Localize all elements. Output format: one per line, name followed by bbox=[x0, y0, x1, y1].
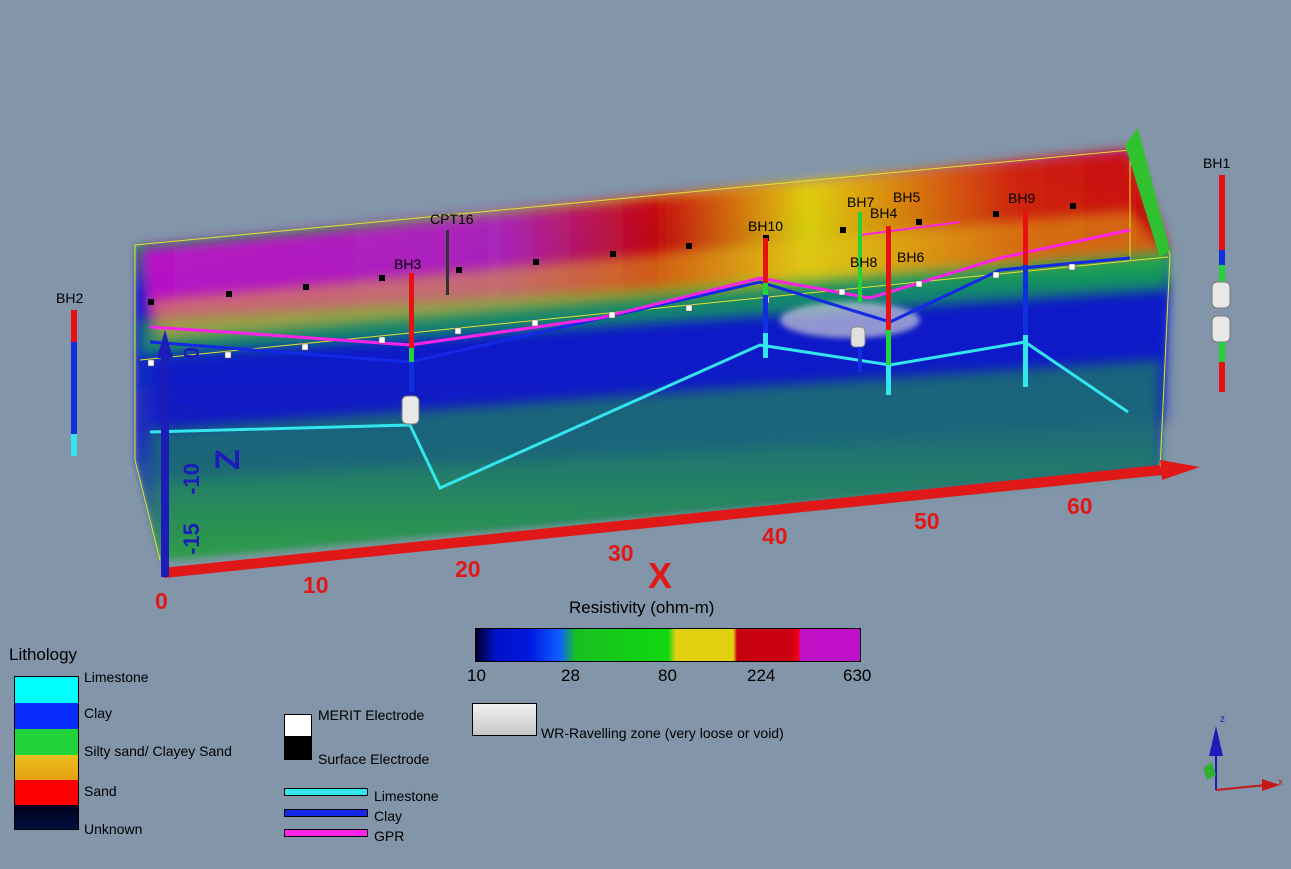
borehole-bh9[interactable] bbox=[1023, 210, 1028, 387]
borehole-bh2[interactable] bbox=[71, 310, 77, 456]
lithology-legend bbox=[14, 676, 79, 830]
clay-line-swatch bbox=[284, 809, 368, 817]
z-tick: 0 bbox=[179, 346, 205, 360]
lithology-swatch-sand bbox=[15, 780, 78, 805]
lithology-label-silty-sand: Silty sand/ Clayey Sand bbox=[84, 743, 232, 759]
lithology-swatch-silty-sand bbox=[15, 729, 78, 755]
label-bh1: BH1 bbox=[1203, 155, 1231, 171]
label-bh8: BH8 bbox=[850, 254, 878, 270]
label-bh7: BH7 bbox=[847, 194, 875, 210]
resistivity-colorbar bbox=[475, 628, 861, 662]
resistivity-block bbox=[135, 150, 1170, 560]
lithology-label-unknown: Unknown bbox=[84, 821, 143, 837]
label-bh2: BH2 bbox=[56, 290, 84, 306]
borehole-bh4[interactable] bbox=[886, 226, 891, 395]
x-tick: 20 bbox=[455, 556, 481, 582]
label-bh6: BH6 bbox=[897, 249, 925, 265]
x-axis-title: X bbox=[648, 555, 673, 596]
resistivity-tick: 630 bbox=[843, 666, 872, 685]
z-tick: -15 bbox=[178, 523, 204, 555]
x-tick: 50 bbox=[914, 508, 940, 534]
x-tick: 40 bbox=[762, 523, 788, 549]
x-tick: 10 bbox=[303, 572, 329, 598]
ravelling-zone-swatch bbox=[472, 703, 537, 736]
triad-z-label: z bbox=[1220, 714, 1225, 725]
z-tick: -10 bbox=[178, 463, 204, 495]
lithology-label-clay: Clay bbox=[84, 705, 113, 721]
borehole-cpt16[interactable] bbox=[446, 230, 449, 295]
z-tick: -5 bbox=[176, 403, 202, 423]
resistivity-tick: 10 bbox=[467, 666, 486, 685]
surface-electrode-label: Surface Electrode bbox=[318, 751, 430, 767]
clay-line-label: Clay bbox=[374, 808, 403, 824]
surface-electrode-swatch bbox=[284, 736, 312, 760]
label-cpt16: CPT16 bbox=[430, 211, 474, 227]
lithology-title: Lithology bbox=[9, 645, 78, 664]
gpr-line-swatch bbox=[284, 829, 368, 837]
x-tick: 30 bbox=[608, 540, 634, 566]
merit-electrode-swatch bbox=[284, 714, 312, 737]
lithology-label-limestone: Limestone bbox=[84, 669, 149, 685]
label-bh10: BH10 bbox=[748, 218, 784, 234]
triad-x-label: x bbox=[1278, 777, 1283, 788]
x-tick: 0 bbox=[155, 588, 168, 614]
resistivity-title: Resistivity (ohm-m) bbox=[569, 598, 715, 617]
lithology-swatch-clay bbox=[15, 703, 78, 729]
gpr-line-label: GPR bbox=[374, 828, 405, 844]
ravelling-zone-label: WR-Ravelling zone (very loose or void) bbox=[541, 725, 784, 741]
merit-electrode-label: MERIT Electrode bbox=[318, 707, 425, 723]
limestone-line-swatch bbox=[284, 788, 368, 796]
lithology-label-sand: Sand bbox=[84, 783, 117, 799]
lithology-swatch-limestone bbox=[15, 677, 78, 703]
orientation-triad bbox=[1203, 726, 1280, 791]
label-bh3: BH3 bbox=[394, 256, 422, 272]
label-bh9: BH9 bbox=[1008, 190, 1036, 206]
limestone-line-label: Limestone bbox=[374, 788, 439, 804]
z-axis-title: Z bbox=[208, 449, 247, 470]
label-bh5: BH5 bbox=[893, 189, 921, 205]
x-tick: 60 bbox=[1067, 493, 1093, 519]
resistivity-tick: 80 bbox=[658, 666, 677, 685]
borehole-bh10[interactable] bbox=[763, 238, 768, 358]
lithology-swatch-unknown bbox=[15, 805, 78, 829]
lithology-swatch-sand-top bbox=[15, 755, 78, 780]
resistivity-tick: 28 bbox=[561, 666, 580, 685]
borehole-bh1[interactable] bbox=[1211, 175, 1231, 392]
resistivity-tick: 224 bbox=[747, 666, 776, 685]
